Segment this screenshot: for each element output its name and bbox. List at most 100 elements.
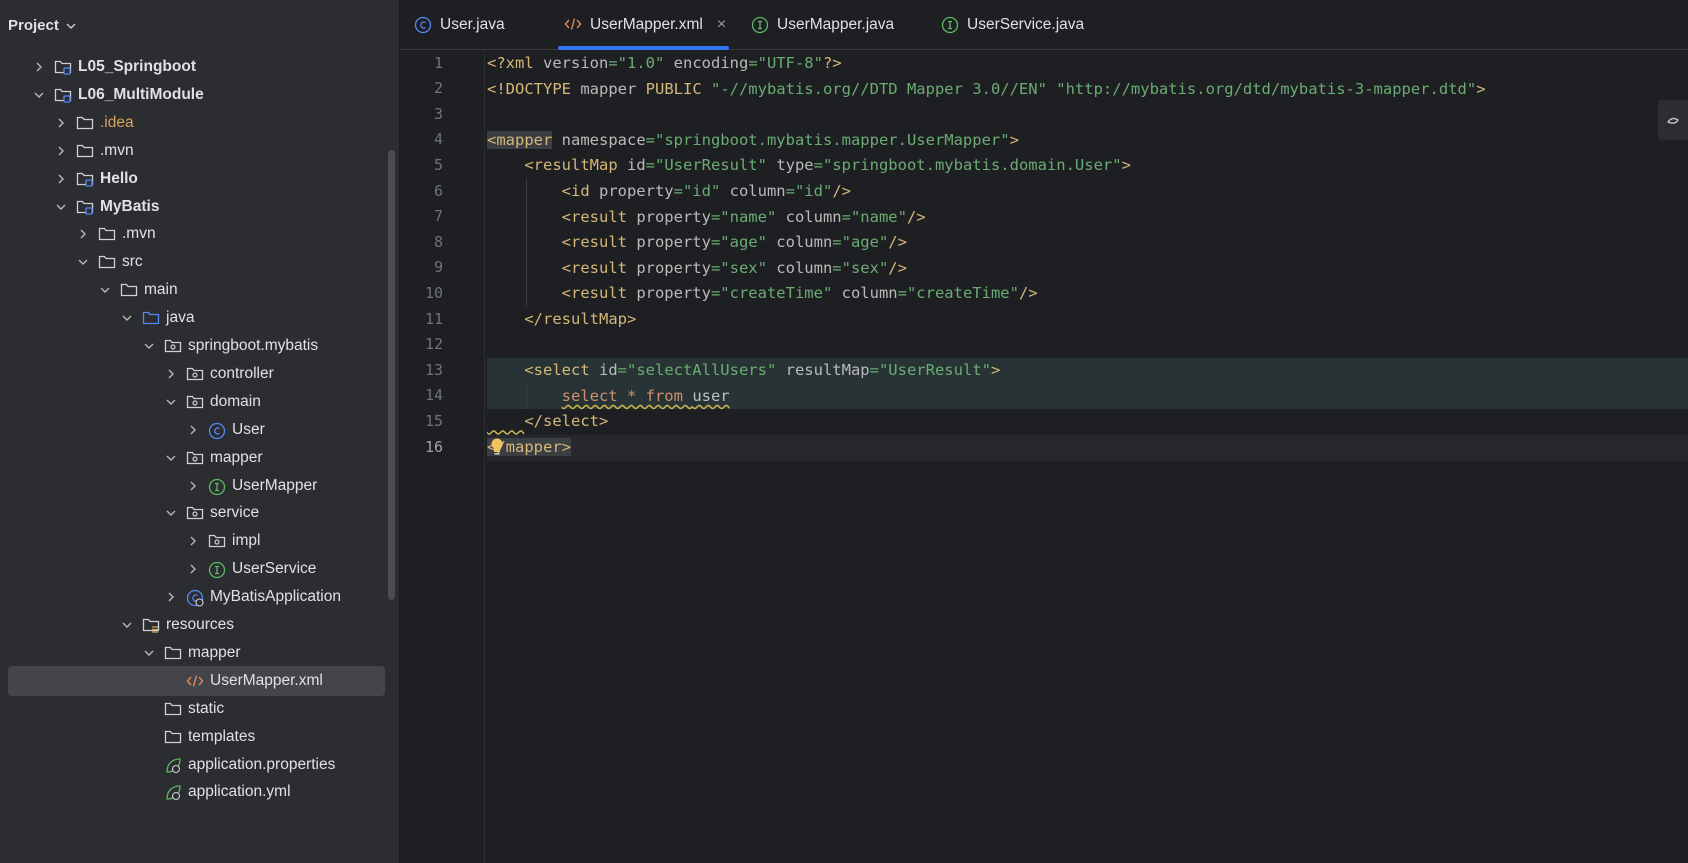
- code-line[interactable]: <mapper namespace="springboot.mybatis.ma…: [487, 128, 1688, 154]
- code-line[interactable]: [487, 102, 1688, 128]
- project-header[interactable]: Project: [0, 0, 399, 50]
- tree-item[interactable]: .mvn: [0, 136, 399, 166]
- chevron-right-icon[interactable]: [54, 172, 68, 186]
- tree-item[interactable]: L06_MultiModule: [0, 80, 399, 110]
- tree-item[interactable]: L05_Springboot: [0, 52, 399, 82]
- code-line[interactable]: <resultMap id="UserResult" type="springb…: [487, 153, 1688, 179]
- indent-guide: [526, 179, 528, 205]
- tree-item[interactable]: mapper: [0, 443, 399, 473]
- code-line[interactable]: <id property="id" column="id"/>: [487, 179, 1688, 205]
- tree-item[interactable]: src: [0, 247, 399, 277]
- code-token: ="age": [710, 233, 777, 252]
- chevron-right-icon[interactable]: [186, 423, 200, 437]
- chevron-right-icon[interactable]: [186, 562, 200, 576]
- code-editor[interactable]: <?xml version="1.0" encoding="UTF-8"?> <!…: [487, 51, 1688, 863]
- tree-item[interactable]: MyBatisApplication: [0, 582, 399, 612]
- chevron-right-icon[interactable]: [54, 144, 68, 158]
- tree-item[interactable]: service: [0, 498, 399, 528]
- chevron-right-icon[interactable]: [186, 534, 200, 548]
- chevron-down-icon[interactable]: [65, 19, 77, 31]
- chevron-right-icon[interactable]: [164, 590, 178, 604]
- lightbulb-icon[interactable]: [489, 437, 505, 457]
- gutter-divider: [484, 50, 485, 863]
- code-line[interactable]: <!DOCTYPE mapper PUBLIC "-//mybatis.org/…: [487, 77, 1688, 103]
- code-line[interactable]: <result property="age" column="age"/>: [487, 230, 1688, 256]
- tab-label: UserMapper.xml: [590, 15, 703, 33]
- code-line[interactable]: <result property="sex" column="sex"/>: [487, 256, 1688, 282]
- chevron-right-icon[interactable]: [32, 60, 46, 74]
- ai-assistant-widget[interactable]: [1658, 100, 1688, 140]
- folder-icon: [164, 729, 182, 745]
- tree-item[interactable]: .mvn: [0, 219, 399, 249]
- tree-item[interactable]: impl: [0, 526, 399, 556]
- code-line[interactable]: <result property="name" column="name"/>: [487, 205, 1688, 231]
- tree-item[interactable]: templates: [0, 722, 399, 752]
- tree-item[interactable]: java: [0, 303, 399, 333]
- editor-tab[interactable]: User.java: [400, 0, 550, 49]
- code-token: ="sex": [710, 258, 777, 277]
- code-token: property: [636, 233, 711, 252]
- tree-item[interactable]: UserMapper.xml: [0, 665, 399, 696]
- tree-item[interactable]: resources: [0, 610, 399, 640]
- chevron-down-icon[interactable]: [76, 255, 90, 269]
- indent-guide: [526, 204, 528, 231]
- editor-tab[interactable]: UserMapper.xml ×: [550, 0, 737, 50]
- line-number: 9: [433, 258, 443, 277]
- line-number: 11: [424, 309, 443, 328]
- indent-guide: [526, 383, 528, 410]
- tree-item[interactable]: application.properties: [0, 750, 399, 780]
- class-icon: [208, 422, 226, 439]
- chevron-down-icon[interactable]: [142, 646, 156, 660]
- project-scrollbar[interactable]: [388, 150, 395, 600]
- code-line[interactable]: [487, 333, 1688, 359]
- chevron-down-icon[interactable]: [120, 618, 134, 632]
- tree-item[interactable]: UserService: [0, 554, 399, 584]
- tree-item[interactable]: User: [0, 415, 399, 445]
- chevron-right-icon[interactable]: [76, 227, 90, 241]
- code-line[interactable]: <result property="createTime" column="cr…: [487, 281, 1688, 307]
- code-line[interactable]: <?xml version="1.0" encoding="UTF-8"?>: [487, 51, 1688, 77]
- tree-item[interactable]: MyBatis: [0, 192, 399, 222]
- xml-file-icon: [564, 16, 582, 34]
- tree-item[interactable]: application.yml: [0, 777, 399, 807]
- chevron-down-icon[interactable]: [164, 506, 178, 520]
- tree-item[interactable]: Hello: [0, 164, 399, 194]
- tree-item[interactable]: mapper: [0, 638, 399, 668]
- tree-item[interactable]: UserMapper: [0, 471, 399, 501]
- tree-item[interactable]: static: [0, 694, 399, 724]
- code-line[interactable]: </mapper>: [487, 435, 1688, 461]
- chevron-down-icon[interactable]: [120, 311, 134, 325]
- code-token: column: [841, 284, 898, 303]
- spring-config-icon: [164, 784, 182, 801]
- code-token: select * from: [561, 386, 693, 405]
- code-line[interactable]: </select>: [487, 409, 1688, 435]
- code-token: ="springboot.mybatis.domain.User": [813, 156, 1122, 175]
- code-line[interactable]: </resultMap>: [487, 307, 1688, 333]
- chevron-down-icon[interactable]: [164, 451, 178, 465]
- chevron-down-icon[interactable]: [54, 200, 68, 214]
- chevron-right-icon[interactable]: [54, 116, 68, 130]
- editor-tab[interactable]: UserMapper.java: [737, 0, 927, 49]
- source-folder-icon: [142, 310, 160, 326]
- tree-item[interactable]: controller: [0, 359, 399, 389]
- tree-item[interactable]: domain: [0, 387, 399, 417]
- code-line[interactable]: select * from user: [487, 383, 1688, 410]
- chevron-down-icon[interactable]: [164, 395, 178, 409]
- editor-tab[interactable]: UserService.java: [927, 0, 1117, 49]
- tree-item[interactable]: springboot.mybatis: [0, 331, 399, 361]
- close-icon[interactable]: ×: [717, 16, 726, 34]
- chevron-down-icon[interactable]: [98, 283, 112, 297]
- tree-item[interactable]: main: [0, 275, 399, 305]
- indent-guide: [526, 281, 528, 307]
- chevron-right-icon[interactable]: [164, 367, 178, 381]
- chevron-right-icon[interactable]: [186, 479, 200, 493]
- code-line[interactable]: <select id="selectAllUsers" resultMap="U…: [487, 358, 1688, 384]
- tree-item[interactable]: .idea: [0, 108, 399, 138]
- chevron-down-icon[interactable]: [32, 88, 46, 102]
- chevron-down-icon[interactable]: [142, 339, 156, 353]
